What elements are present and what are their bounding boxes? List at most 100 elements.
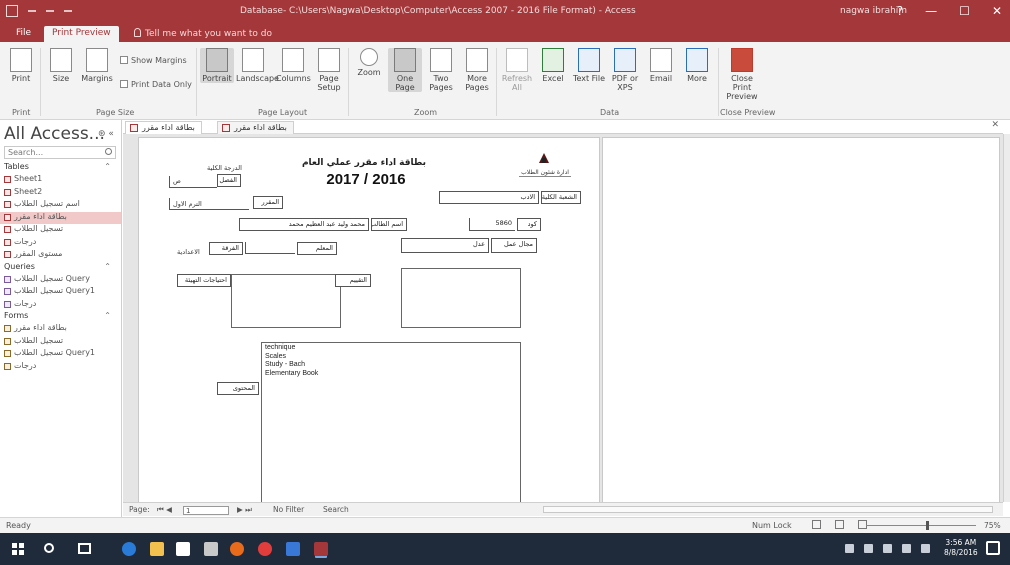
paint-icon[interactable]	[204, 542, 218, 556]
print-preview-area[interactable]: ادارة شئون الطلاب بطاقة اداء مقرر عملي ا…	[123, 134, 1003, 508]
help-button[interactable]: ?	[897, 4, 903, 18]
nav-item[interactable]: تسجيل الطلاب Query1	[0, 286, 121, 299]
print-preview-view-icon[interactable]	[812, 520, 821, 529]
margins-button[interactable]: Margins	[80, 48, 114, 83]
content-line: Study - Bach	[265, 361, 306, 368]
zoom-slider[interactable]	[866, 521, 976, 530]
nav-item[interactable]: تسجيل الطلاب	[0, 224, 121, 237]
task-view-icon[interactable]	[78, 543, 91, 554]
word-icon[interactable]	[286, 542, 300, 556]
one-page-label: One Page	[395, 74, 415, 92]
columns-button[interactable]: Columns	[276, 48, 311, 83]
page-next-buttons[interactable]: ▶ ⏭	[237, 505, 252, 515]
tab-file[interactable]: File	[8, 26, 39, 42]
redo-icon[interactable]	[46, 10, 54, 12]
show-margins-checkbox[interactable]: Show Margins	[120, 56, 187, 65]
text-file-button[interactable]: Text File	[572, 48, 606, 83]
more-pages-button[interactable]: More Pages	[460, 48, 494, 92]
more-export-icon	[686, 48, 708, 72]
chevron-up-icon[interactable]: ⌃	[104, 311, 111, 320]
email-button[interactable]: Email	[644, 48, 678, 83]
object-tab-report[interactable]: بطاقة اداء مقرر	[125, 121, 202, 134]
separator	[496, 48, 497, 116]
zoom-slider-knob[interactable]	[925, 521, 929, 530]
volume-icon[interactable]	[902, 544, 911, 553]
access-app-icon[interactable]	[314, 542, 328, 556]
horizontal-scrollbar[interactable]	[543, 506, 993, 513]
zoom-percent[interactable]: 75%	[984, 521, 1001, 530]
edge-browser-icon[interactable]	[122, 542, 136, 556]
two-pages-button[interactable]: Two Pages	[424, 48, 458, 92]
action-center-icon[interactable]	[986, 541, 1000, 555]
store-icon[interactable]	[176, 542, 190, 556]
chevron-up-icon[interactable]: ⌃	[104, 162, 111, 171]
close-print-preview-button[interactable]: Close Print Preview	[722, 48, 762, 101]
page-setup-button[interactable]: Page Setup	[312, 48, 346, 92]
page-number-box[interactable]: 1	[183, 505, 229, 515]
battery-icon[interactable]	[883, 544, 892, 553]
excel-button[interactable]: Excel	[536, 48, 570, 83]
search-icon[interactable]	[44, 543, 54, 553]
nav-item[interactable]: Sheet2	[0, 187, 121, 200]
object-tab-form[interactable]: بطاقة اداء مقرر	[217, 121, 294, 134]
nav-item[interactable]: درجات	[0, 361, 121, 374]
save-icon[interactable]	[6, 5, 18, 17]
minimize-button[interactable]: —	[925, 4, 937, 18]
page-setup-icon	[318, 48, 340, 72]
no-filter-indicator[interactable]: No Filter	[273, 505, 304, 514]
start-button-icon[interactable]	[12, 543, 24, 555]
more-button[interactable]: More	[680, 48, 714, 83]
nav-item[interactable]: بطاقة اداء مقرر	[0, 323, 121, 336]
text-file-label: Text File	[572, 74, 606, 83]
undo-icon[interactable]	[28, 10, 36, 12]
page-prev-buttons[interactable]: ⏮ ◀	[157, 505, 172, 515]
chevron-up-icon[interactable]	[845, 544, 854, 553]
report-view-icon[interactable]	[835, 520, 844, 529]
nav-item[interactable]: تسجيل الطلاب Query1	[0, 348, 121, 361]
file-explorer-icon[interactable]	[150, 542, 164, 556]
nav-item[interactable]: درجات	[0, 299, 121, 312]
landscape-button[interactable]: Landscape	[236, 48, 279, 83]
media-player-icon[interactable]	[230, 542, 244, 556]
maximize-button[interactable]: ☐	[959, 4, 970, 18]
nav-group-queries[interactable]: Queries ⌃	[0, 262, 121, 274]
nav-search-input[interactable]: Search...	[4, 146, 116, 159]
ribbon-tabs: File Print Preview Tell me what you want…	[0, 24, 1010, 42]
nav-pane-controls[interactable]: ⊛ «	[98, 129, 114, 139]
keyboard-language-icon[interactable]	[921, 544, 930, 553]
email-label: Email	[649, 74, 673, 83]
chevron-up-icon[interactable]: ⌃	[104, 262, 111, 271]
network-icon[interactable]	[864, 544, 873, 553]
vertical-scrollbar[interactable]	[1003, 134, 1010, 502]
customize-qat-icon[interactable]	[64, 10, 72, 12]
tab-print-preview[interactable]: Print Preview	[44, 26, 119, 42]
print-data-only-label: Print Data Only	[131, 80, 192, 89]
nav-pane-title[interactable]: All Access...	[4, 124, 105, 144]
zoom-button[interactable]: Zoom	[352, 48, 386, 77]
report-year: 2017 / 2016	[326, 171, 406, 188]
chrome-icon[interactable]	[258, 542, 272, 556]
pdf-xps-button[interactable]: PDF or XPS	[608, 48, 642, 92]
nav-item[interactable]: تسجيل الطلاب	[0, 336, 121, 349]
nav-group-tables[interactable]: Tables ⌃	[0, 162, 121, 174]
tell-me-box[interactable]: Tell me what you want to do	[134, 28, 272, 39]
nav-item-label: تسجيل الطلاب Query1	[14, 348, 96, 357]
print-button[interactable]: Print	[4, 48, 38, 83]
portrait-button[interactable]: Portrait	[200, 48, 234, 83]
clock[interactable]: 3:56 AM 8/8/2016	[944, 538, 978, 558]
nav-item[interactable]: Sheet1	[0, 174, 121, 187]
print-data-only-checkbox[interactable]: Print Data Only	[120, 80, 192, 89]
page-search-box[interactable]: Search	[323, 505, 349, 514]
nav-item[interactable]: تسجيل الطلاب Query	[0, 274, 121, 287]
one-page-button[interactable]: One Page	[388, 48, 422, 92]
close-object-icon[interactable]: ✕	[991, 120, 999, 130]
nav-item[interactable]: درجات	[0, 237, 121, 250]
form-icon	[4, 325, 11, 332]
refresh-all-button[interactable]: Refresh All	[500, 48, 534, 92]
size-button[interactable]: Size	[44, 48, 78, 83]
nav-group-forms[interactable]: Forms ⌃	[0, 311, 121, 323]
nav-item[interactable]: بطاقة اداء مقرر	[0, 211, 121, 224]
nav-item[interactable]: مستوى المقرر	[0, 249, 121, 262]
nav-item[interactable]: اسم تسجيل الطلاب	[0, 199, 121, 212]
close-button[interactable]: ✕	[992, 4, 1002, 18]
